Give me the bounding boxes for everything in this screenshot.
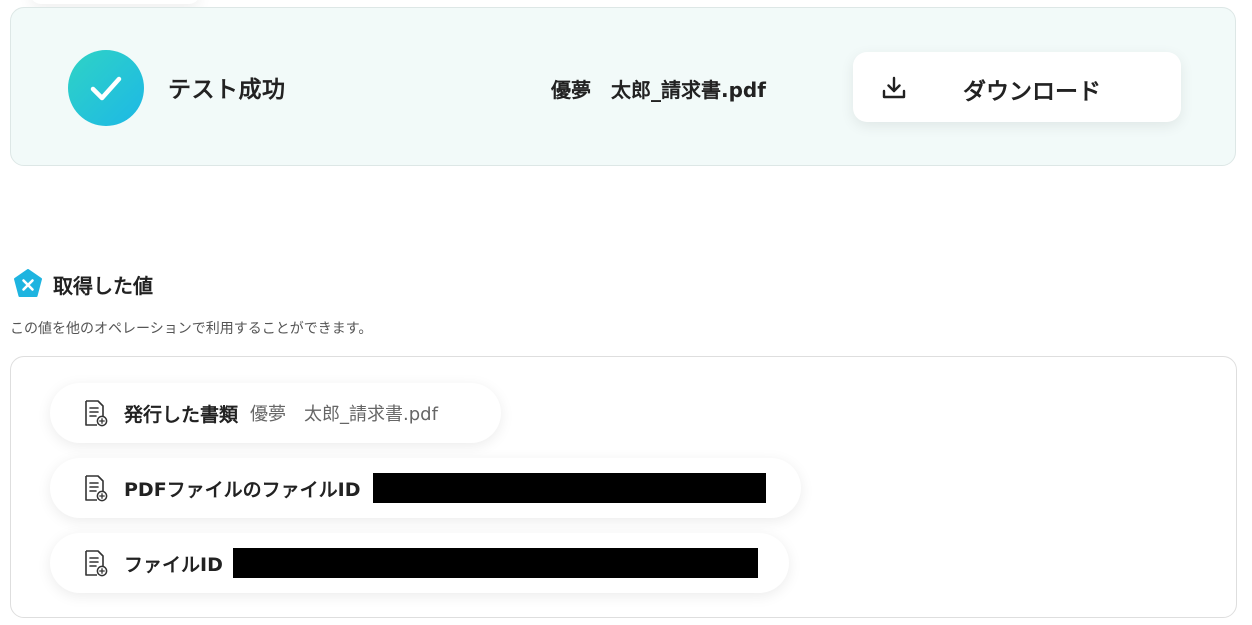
test-result-card: テスト成功 優夢 太郎_請求書.pdf ダウンロード — [10, 7, 1236, 166]
download-label: ダウンロード — [963, 79, 1101, 105]
previous-element-shadow — [30, 0, 200, 4]
check-circle-icon — [68, 50, 144, 126]
value-item-file-id[interactable]: ファイルID — [50, 533, 789, 593]
test-status-text: テスト成功 — [168, 77, 286, 103]
value-item-label: ファイルID — [124, 553, 223, 576]
value-item-issued-document[interactable]: 発行した書類 優夢 太郎_請求書.pdf — [50, 383, 501, 443]
value-item-pdf-file-id[interactable]: PDFファイルのファイルID — [50, 458, 801, 518]
values-list-card: 発行した書類 優夢 太郎_請求書.pdf PDFファイルのファイルID ファイル… — [10, 356, 1237, 618]
document-icon — [85, 475, 108, 502]
result-file-name: 優夢 太郎_請求書.pdf — [551, 78, 766, 102]
values-section-header: 取得した値 — [12, 268, 153, 300]
redacted-value — [232, 548, 758, 578]
values-section-title: 取得した値 — [53, 273, 153, 298]
values-section-description: この値を他のオペレーションで利用することができます。 — [10, 321, 373, 337]
value-item-label: PDFファイルのファイルID — [124, 478, 361, 501]
document-icon — [85, 400, 108, 427]
download-button[interactable]: ダウンロード — [853, 52, 1181, 122]
value-item-value: 優夢 太郎_請求書.pdf — [250, 404, 438, 425]
download-icon — [882, 76, 906, 99]
redacted-value — [372, 473, 766, 503]
value-item-label: 発行した書類 — [124, 403, 239, 426]
document-icon — [85, 550, 108, 577]
variable-x-icon — [14, 269, 42, 297]
